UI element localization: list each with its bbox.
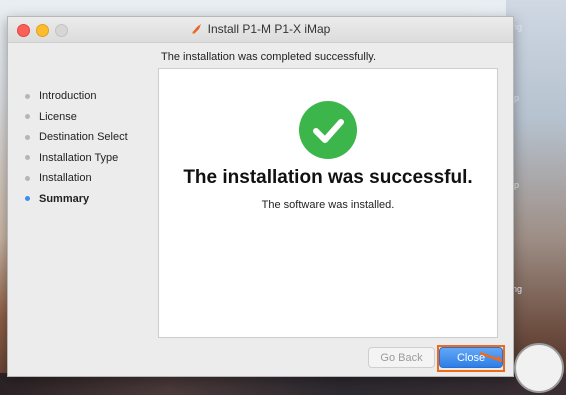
step-label: Installation Type: [39, 151, 119, 164]
steps-sidebar: Introduction License Destination Select …: [25, 86, 128, 209]
desktop-background-right: [506, 0, 566, 395]
step-dot-icon: [25, 155, 30, 161]
step-label: Summary: [39, 192, 90, 205]
summary-panel: The installation was successful. The sof…: [158, 68, 498, 338]
sidebar-step-summary: Summary: [25, 189, 128, 210]
window-titlebar[interactable]: Install P1-M P1-X iMap: [8, 17, 513, 43]
pointer-arrow-icon: [479, 351, 503, 363]
step-label: Introduction: [39, 90, 97, 103]
desktop-label: 屏幕快照: [470, 5, 507, 15]
window-title-text: Install P1-M P1-X iMap: [207, 22, 331, 36]
success-check-icon: [299, 101, 357, 159]
step-dot-icon: [25, 114, 30, 120]
step-label: License: [39, 110, 77, 123]
installer-package-icon: [191, 24, 201, 34]
step-dot-icon: [25, 196, 30, 202]
cursor-magnifier-icon: [514, 343, 564, 393]
step-dot-icon: [25, 175, 30, 181]
sidebar-step-introduction: Introduction: [25, 86, 128, 107]
status-text: The installation was completed successfu…: [161, 51, 377, 63]
sidebar-step-destination-select: Destination Select: [25, 127, 128, 148]
success-headline: The installation was successful.: [183, 167, 473, 188]
go-back-button[interactable]: Go Back: [368, 347, 435, 368]
sidebar-step-installation-type: Installation Type: [25, 148, 128, 169]
desktop-label: p: [514, 93, 520, 103]
window-title: Install P1-M P1-X iMap: [8, 22, 513, 36]
desktop-label: p: [514, 180, 520, 190]
step-label: Destination Select: [39, 131, 128, 144]
sidebar-step-license: License: [25, 107, 128, 128]
installer-window: Install P1-M P1-X iMap The installation …: [7, 16, 514, 377]
step-label: Installation: [39, 172, 92, 185]
step-dot-icon: [25, 93, 30, 99]
step-dot-icon: [25, 134, 30, 140]
sidebar-step-installation: Installation: [25, 168, 128, 189]
success-detail: The software was installed.: [261, 199, 395, 211]
